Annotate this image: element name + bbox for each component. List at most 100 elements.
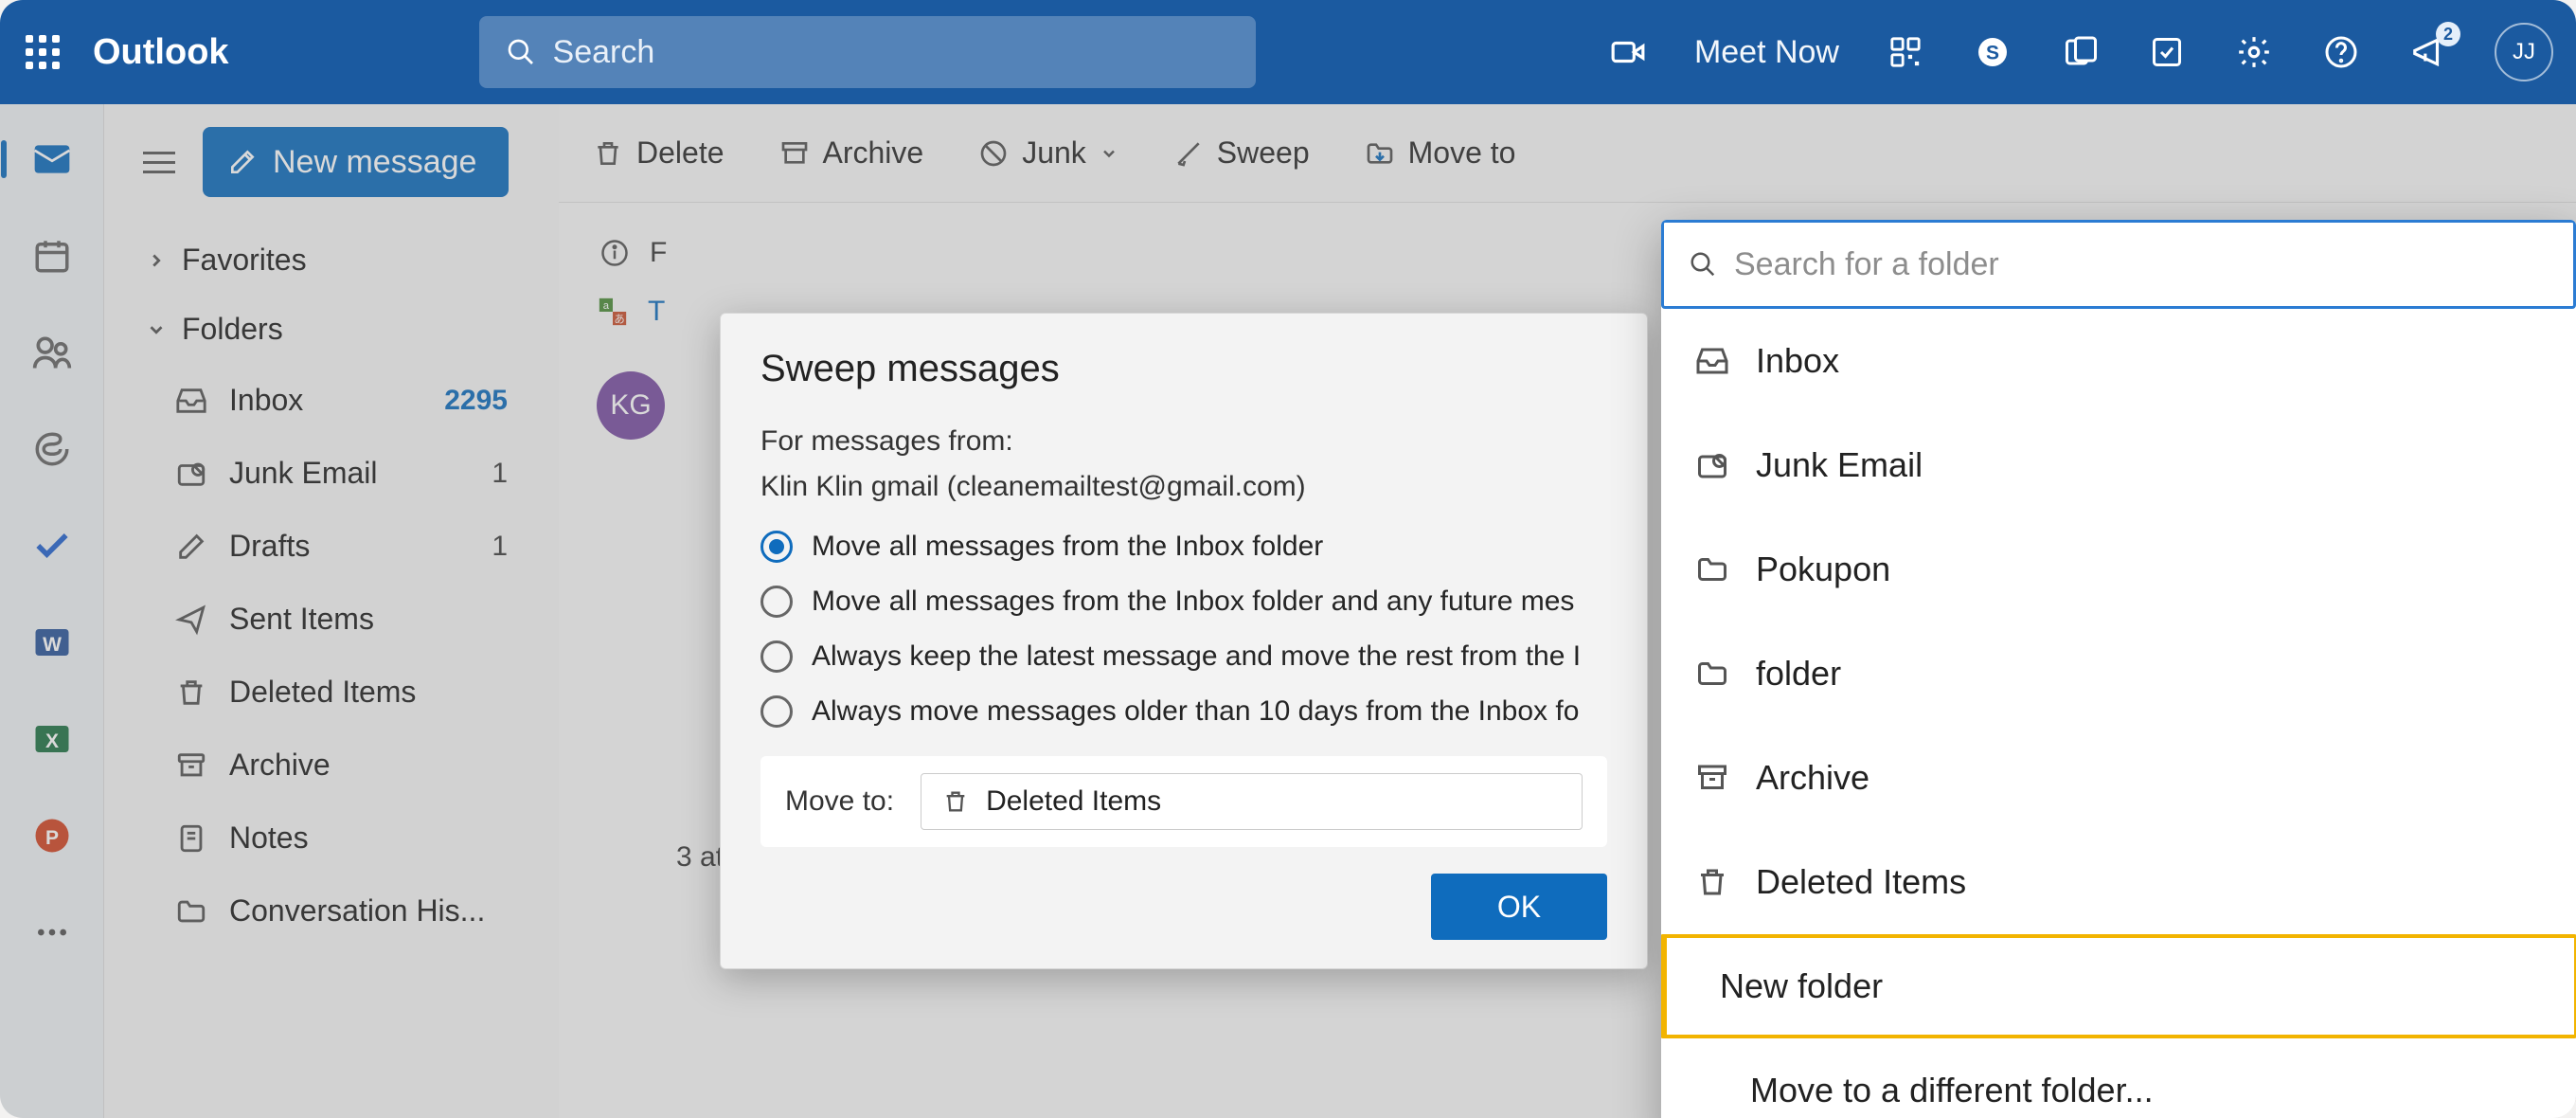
toggle-nav-icon[interactable] [138, 141, 180, 183]
sender-avatar: KG [597, 371, 665, 440]
app-title: Outlook [93, 32, 229, 73]
todo-header-icon[interactable] [2146, 31, 2188, 73]
folder-icon [174, 894, 208, 929]
inbox-icon [174, 384, 208, 418]
qr-icon[interactable] [1885, 31, 1926, 73]
app-header: Outlook Meet Now S 2 JJ [0, 0, 2576, 104]
folder-picker-search[interactable] [1661, 220, 2576, 309]
trash-icon [174, 676, 208, 710]
header-actions: Meet Now S 2 JJ [1607, 23, 2553, 81]
radio-icon [760, 586, 793, 618]
rail-files-icon[interactable] [27, 426, 77, 472]
radio-icon [760, 695, 793, 728]
app-launcher-icon[interactable] [23, 32, 63, 72]
sweep-icon [1173, 138, 1204, 169]
rail-calendar-icon[interactable] [27, 233, 77, 279]
folder-junk[interactable]: Junk Email 1 [116, 437, 542, 510]
sweep-from-value: Klin Klin gmail (cleanemailtest@gmail.co… [760, 464, 1607, 510]
chevron-down-icon [146, 319, 167, 340]
archive-icon [174, 748, 208, 783]
picker-item-different-folder[interactable]: Move to a different folder... [1661, 1038, 2576, 1118]
sweep-opt-4[interactable]: Always move messages older than 10 days … [760, 695, 1607, 728]
cmd-junk[interactable]: Junk [978, 135, 1118, 171]
junk-icon [1693, 446, 1731, 484]
global-search[interactable] [479, 16, 1256, 88]
sweep-title: Sweep messages [760, 348, 1607, 390]
translate-icon: aあ [597, 296, 629, 328]
folder-search-input[interactable] [1734, 246, 2549, 283]
folder-sent[interactable]: Sent Items [116, 583, 542, 656]
picker-item-junk[interactable]: Junk Email [1661, 413, 2576, 517]
search-icon [506, 37, 536, 67]
rail-excel-icon[interactable]: X [27, 716, 77, 762]
trash-icon [942, 788, 969, 815]
sweep-opt-3[interactable]: Always keep the latest message and move … [760, 640, 1607, 673]
sweep-opt-1[interactable]: Move all messages from the Inbox folder [760, 531, 1607, 563]
settings-icon[interactable] [2233, 31, 2275, 73]
folders-group[interactable]: Folders [116, 295, 542, 364]
archive-icon [1693, 759, 1731, 797]
skype-icon[interactable]: S [1972, 31, 2013, 73]
rail-more-icon[interactable] [27, 910, 77, 955]
cmd-delete[interactable]: Delete [593, 135, 724, 171]
picker-item-new-folder[interactable]: New folder [1661, 934, 2576, 1038]
new-message-button[interactable]: New message [203, 127, 509, 197]
help-icon[interactable] [2320, 31, 2362, 73]
sweep-from-label: For messages from: [760, 419, 1607, 464]
cmd-moveto[interactable]: Move to [1365, 135, 1516, 171]
inbox-icon [1693, 342, 1731, 380]
moveto-select[interactable]: Deleted Items [921, 773, 1583, 830]
folder-inbox[interactable]: Inbox 2295 [116, 364, 542, 437]
folder-notes[interactable]: Notes [116, 802, 542, 875]
svg-text:W: W [43, 634, 62, 656]
picker-item-deleted[interactable]: Deleted Items [1661, 830, 2576, 934]
svg-text:S: S [1986, 43, 1999, 64]
sweep-ok-button[interactable]: OK [1431, 874, 1607, 940]
user-avatar[interactable]: JJ [2495, 23, 2553, 81]
svg-text:X: X [45, 730, 58, 752]
picker-item-inbox[interactable]: Inbox [1661, 309, 2576, 413]
teams-icon[interactable] [2059, 31, 2101, 73]
folder-nav-pane: New message Favorites Folders Inbox 2295 [104, 104, 559, 1118]
folder-icon [1693, 655, 1731, 693]
block-icon [978, 138, 1009, 169]
command-bar: Delete Archive Junk Sweep Move to [559, 104, 2576, 203]
info-icon [600, 239, 629, 267]
new-message-label: New message [273, 144, 476, 181]
folder-icon [1693, 550, 1731, 588]
app-rail: W X P [0, 104, 104, 1118]
notes-icon [174, 821, 208, 856]
sweep-dialog: Sweep messages For messages from: Klin K… [720, 313, 1648, 969]
cmd-archive[interactable]: Archive [779, 135, 924, 171]
video-icon[interactable] [1607, 31, 1649, 73]
delete-icon [593, 138, 623, 169]
sweep-opt-2[interactable]: Move all messages from the Inbox folder … [760, 586, 1607, 618]
folder-picker: Inbox Junk Email Pokupon folder Archive … [1661, 220, 2576, 1118]
global-search-input[interactable] [553, 34, 1229, 71]
cmd-sweep[interactable]: Sweep [1173, 135, 1310, 171]
folder-drafts[interactable]: Drafts 1 [116, 510, 542, 583]
favorites-group[interactable]: Favorites [116, 225, 542, 295]
junk-icon [174, 457, 208, 491]
rail-powerpoint-icon[interactable]: P [27, 813, 77, 858]
trash-icon [1693, 863, 1731, 901]
sweep-move-to: Move to: Deleted Items [760, 756, 1607, 847]
svg-text:P: P [45, 827, 58, 849]
rail-word-icon[interactable]: W [27, 620, 77, 665]
folder-conversation-history[interactable]: Conversation His... [116, 875, 542, 947]
folder-deleted[interactable]: Deleted Items [116, 656, 542, 729]
picker-item-archive[interactable]: Archive [1661, 726, 2576, 830]
announce-icon[interactable]: 2 [2407, 31, 2449, 73]
picker-item-folder[interactable]: folder [1661, 622, 2576, 726]
svg-text:a: a [603, 300, 610, 312]
rail-todo-icon[interactable] [27, 523, 77, 568]
chevron-right-icon [146, 250, 167, 271]
meet-now-button[interactable]: Meet Now [1694, 34, 1839, 71]
favorites-label: Favorites [182, 243, 307, 278]
picker-item-pokupon[interactable]: Pokupon [1661, 517, 2576, 622]
rail-people-icon[interactable] [27, 330, 77, 375]
folder-archive[interactable]: Archive [116, 729, 542, 802]
moveto-icon [1365, 138, 1395, 169]
rail-mail-icon[interactable] [27, 136, 77, 182]
svg-text:あ: あ [614, 313, 624, 325]
